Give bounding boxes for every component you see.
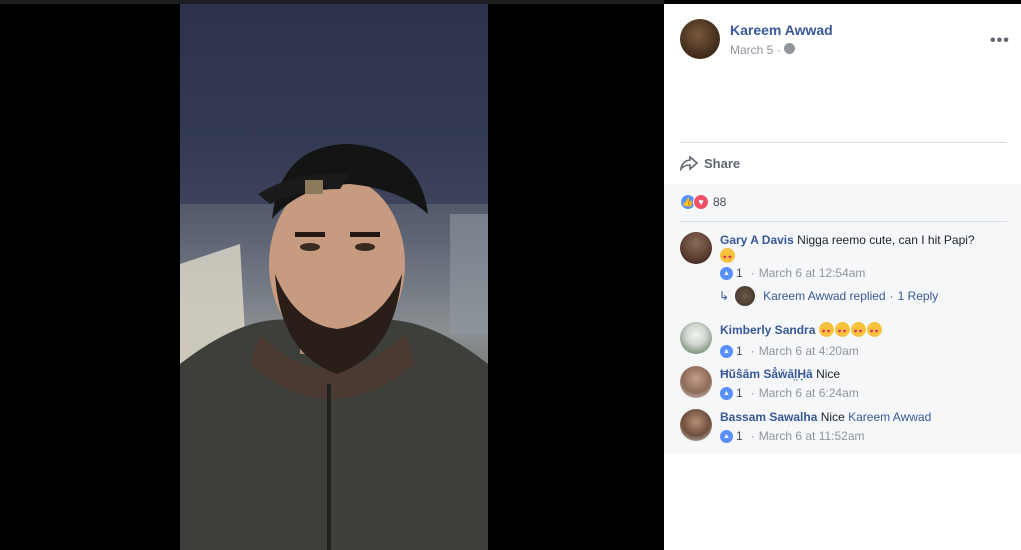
reactions-summary[interactable]: 👍 ♥ 88 — [680, 194, 726, 210]
meta-separator: · — [750, 429, 755, 443]
heart-eyes-emoji-icon — [850, 322, 866, 340]
panel-bottom — [664, 454, 1021, 550]
meta-separator: · — [750, 266, 755, 280]
comment-text: Nice — [820, 410, 845, 424]
comment-like-count[interactable]: 1 — [736, 266, 743, 280]
heart-eyes-emoji-icon — [720, 248, 735, 266]
post-sidebar: Kareem Awwad March 5 · ••• Share 👍 ♥ 88 … — [664, 4, 1021, 550]
divider — [680, 221, 1007, 222]
commenter-avatar[interactable] — [680, 366, 712, 398]
commenter-name[interactable]: Ħŭŝām Sẳẅāl̤Ḥā — [720, 367, 813, 381]
post-photo[interactable] — [180, 4, 488, 550]
comment-item: Ħŭŝām Sẳẅāl̤Ḥā Nice ▲ 1 · March 6 at 6:2… — [680, 366, 1010, 406]
comment-body: Gary A Davis Nigga reemo cute, can I hit… — [720, 232, 1010, 266]
comment-like-count[interactable]: 1 — [736, 429, 743, 443]
divider — [680, 142, 1007, 143]
commenter-avatar[interactable] — [680, 322, 712, 354]
author-name[interactable]: Kareem Awwad — [730, 22, 833, 38]
comment-mention[interactable]: Kareem Awwad — [848, 410, 931, 424]
share-label: Share — [704, 155, 741, 171]
comment-text: Nigga reemo cute, can I hit Papi? — [797, 233, 975, 247]
comment-item: Kimberly Sandra ▲ 1 · March 6 at 4:20am — [680, 322, 1010, 362]
globe-icon — [784, 43, 795, 54]
like-icon: ▲ — [720, 344, 733, 358]
post-date[interactable]: March 5 · — [730, 43, 781, 57]
comment-meta: ▲ 1 · March 6 at 12:54am — [720, 266, 865, 280]
comment-body: Ħŭŝām Sẳẅāl̤Ḥā Nice — [720, 366, 1010, 382]
love-icon: ♥ — [693, 194, 709, 210]
comment-meta: ▲ 1 · March 6 at 4:20am — [720, 344, 859, 358]
post-date-text: March 5 — [730, 43, 774, 57]
selfie-illustration — [180, 4, 488, 550]
like-icon: ▲ — [720, 429, 733, 443]
share-button[interactable]: Share — [680, 152, 740, 174]
date-separator: · — [776, 43, 781, 57]
comment-time[interactable]: March 6 at 6:24am — [759, 386, 859, 400]
commenter-name[interactable]: Kimberly Sandra — [720, 323, 815, 337]
comment-time[interactable]: March 6 at 4:20am — [759, 344, 859, 358]
reply-count: 1 Reply — [897, 289, 939, 303]
comment-body: Kimberly Sandra — [720, 322, 1010, 340]
author-avatar[interactable] — [680, 19, 720, 59]
comment-meta: ▲ 1 · March 6 at 11:52am — [720, 429, 865, 443]
comment-item: Bassam Sawalha Nice Kareem Awwad ▲ 1 · M… — [680, 409, 1010, 449]
replies-link[interactable]: ↳ Kareem Awwad replied · 1 Reply — [719, 286, 938, 306]
heart-eyes-emoji-icon — [818, 322, 834, 340]
comment-like-count[interactable]: 1 — [736, 386, 743, 400]
like-icon: ▲ — [720, 266, 733, 280]
comment-time[interactable]: March 6 at 12:54am — [759, 266, 866, 280]
reply-separator: · — [889, 289, 894, 303]
reaction-count: 88 — [713, 195, 727, 209]
commenter-name[interactable]: Bassam Sawalha — [720, 410, 817, 424]
photo-viewer — [0, 0, 664, 550]
heart-eyes-emoji-icon — [866, 322, 882, 340]
like-icon: ▲ — [720, 386, 733, 400]
reply-text: Kareem Awwad replied — [763, 289, 886, 303]
comment-like-count[interactable]: 1 — [736, 344, 743, 358]
more-options-icon[interactable]: ••• — [990, 32, 1010, 50]
share-icon — [680, 155, 698, 171]
comment-time[interactable]: March 6 at 11:52am — [759, 429, 865, 443]
comment-body: Bassam Sawalha Nice Kareem Awwad — [720, 409, 1010, 425]
reply-arrow-icon: ↳ — [719, 289, 730, 303]
meta-separator: · — [750, 386, 755, 400]
commenter-avatar[interactable] — [680, 409, 712, 441]
commenter-name[interactable]: Gary A Davis — [720, 233, 794, 247]
comment-meta: ▲ 1 · March 6 at 6:24am — [720, 386, 859, 400]
commenter-avatar[interactable] — [680, 232, 712, 264]
reply-avatar — [735, 286, 756, 306]
comment-text: Nice — [816, 367, 841, 381]
meta-separator: · — [750, 344, 755, 358]
heart-eyes-emoji-icon — [834, 322, 850, 340]
